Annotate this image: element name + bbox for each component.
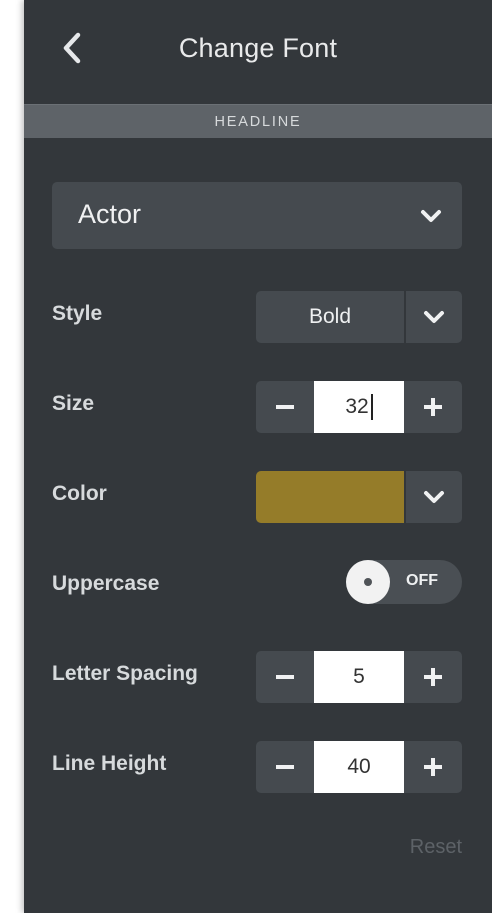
color-dropdown-toggle[interactable] [404,471,462,523]
section-header: HEADLINE [24,104,492,138]
plus-icon [424,758,442,776]
letter-spacing-value: 5 [353,665,365,688]
color-label: Color [52,482,107,505]
text-caret [370,394,373,420]
toggle-knob-dot [364,578,372,586]
uppercase-label: Uppercase [52,572,160,595]
size-value: 32 [345,395,369,418]
line-height-input[interactable]: 40 [314,741,404,793]
line-height-increment-button[interactable] [404,741,462,793]
minus-icon [276,675,294,679]
size-decrement-button[interactable] [256,381,314,433]
color-picker[interactable] [256,471,462,523]
style-dropdown[interactable]: Bold [256,291,462,343]
plus-icon [424,398,442,416]
minus-icon [276,765,294,769]
letter-spacing-label: Letter Spacing [52,662,198,685]
chevron-down-icon [424,491,444,503]
letter-spacing-input[interactable]: 5 [314,651,404,703]
font-family-value: Actor [78,199,142,229]
page-title: Change Font [178,33,338,63]
chevron-down-icon [421,210,441,222]
toggle-state: OFF [406,572,438,589]
panel-header: Change Font [24,0,492,104]
toggle-knob[interactable] [346,560,390,604]
size-label: Size [52,392,95,415]
letter-spacing-increment-button[interactable] [404,651,462,703]
font-family-dropdown[interactable]: Actor [52,182,462,249]
minus-icon [276,405,294,409]
change-font-panel: Change Font HEADLINE Actor Style Bold Si… [24,0,492,913]
style-value: Bold [308,305,352,328]
reset-button[interactable]: Reset [410,836,462,859]
size-input[interactable]: 32 [314,381,404,433]
style-label: Style [52,302,103,325]
size-stepper: 32 [256,381,462,433]
size-increment-button[interactable] [404,381,462,433]
letter-spacing-decrement-button[interactable] [256,651,314,703]
letter-spacing-stepper: 5 [256,651,462,703]
section-label: HEADLINE [214,114,302,130]
color-swatch[interactable] [256,471,404,523]
plus-icon [424,668,442,686]
line-height-label: Line Height [52,752,167,775]
style-dropdown-toggle[interactable] [406,291,462,343]
line-height-stepper: 40 [256,741,462,793]
uppercase-toggle[interactable]: OFF [346,560,462,604]
line-height-value: 40 [347,755,371,778]
line-height-decrement-button[interactable] [256,741,314,793]
chevron-down-icon [424,311,444,323]
